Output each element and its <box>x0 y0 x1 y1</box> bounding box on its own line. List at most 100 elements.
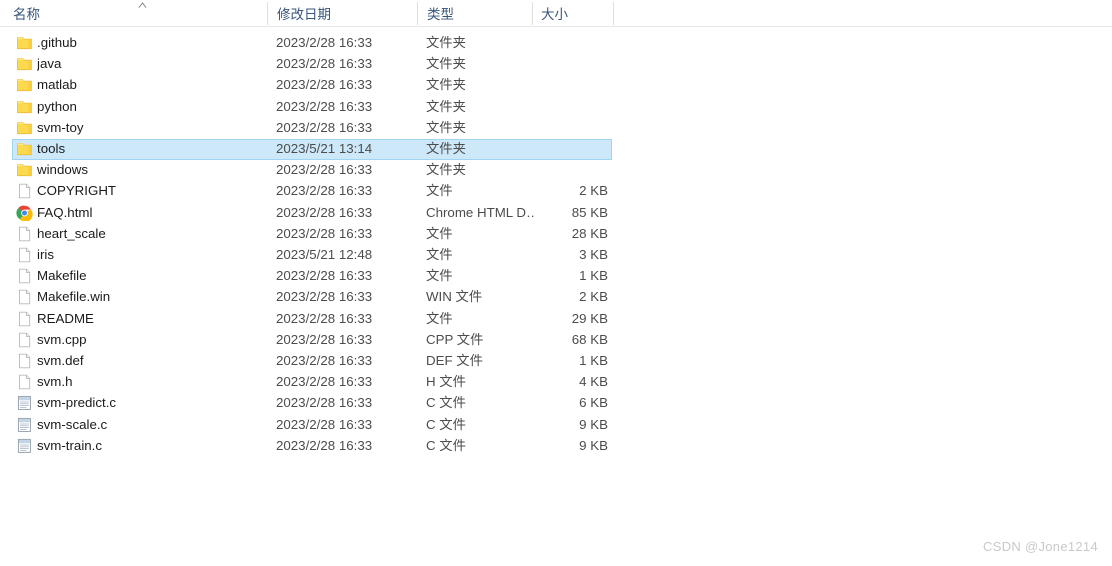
file-modified-date: 2023/2/28 16:33 <box>276 310 373 326</box>
file-name: svm-toy <box>37 119 84 135</box>
file-size: 68 KB <box>571 331 608 347</box>
file-modified-date: 2023/2/28 16:33 <box>276 77 373 93</box>
column-header-type[interactable]: 类型 <box>427 6 454 24</box>
folder-icon <box>16 77 33 93</box>
blank-file-icon <box>16 183 33 199</box>
file-size <box>512 97 608 116</box>
file-row[interactable]: Makefile 2023/2/28 16:33 文件 1 KB <box>12 266 612 287</box>
file-size <box>512 54 608 73</box>
file-row[interactable]: iris 2023/5/21 12:48 文件 3 KB <box>12 245 612 266</box>
file-list[interactable]: .github 2023/2/28 16:33 文件夹 java 2023/2/28 1… <box>0 27 1112 566</box>
file-modified-date: 2023/2/28 16:33 <box>276 416 373 432</box>
file-size: 3 KB <box>579 247 608 262</box>
file-name: svm.cpp <box>37 331 87 347</box>
column-resize-handle[interactable] <box>613 2 614 25</box>
file-size: 1 KB <box>579 268 608 284</box>
file-name: svm-train.c <box>37 437 103 453</box>
file-size <box>512 118 608 137</box>
file-row[interactable]: svm-train.c 2023/2/28 16:33 C 文件 9 KB <box>12 436 612 457</box>
file-name: .github <box>37 35 77 50</box>
file-row-selected[interactable]: tools 2023/5/21 13:14 文件夹 <box>12 139 612 160</box>
chrome-icon <box>16 205 33 221</box>
file-name: windows <box>37 162 88 178</box>
file-modified-date: 2023/2/28 16:33 <box>276 119 373 135</box>
folder-icon <box>16 120 33 136</box>
file-modified-date: 2023/2/28 16:33 <box>276 162 373 178</box>
file-row[interactable]: svm.h 2023/2/28 16:33 H 文件 4 KB <box>12 372 612 393</box>
file-row[interactable]: svm.def 2023/2/28 16:33 DEF 文件 1 KB <box>12 351 612 372</box>
file-name: matlab <box>37 77 77 93</box>
folder-icon <box>16 99 33 115</box>
file-size: 2 KB <box>579 289 608 305</box>
column-resize-handle[interactable] <box>532 2 533 25</box>
column-resize-handle[interactable] <box>417 2 418 25</box>
file-modified-date: 2023/2/28 16:33 <box>276 289 373 305</box>
folder-icon <box>16 141 33 157</box>
file-row[interactable]: svm-predict.c 2023/2/28 16:33 C 文件 6 KB <box>12 393 612 414</box>
file-modified-date: 2023/2/28 16:33 <box>276 204 373 220</box>
file-size <box>512 33 608 52</box>
file-modified-date: 2023/2/28 16:33 <box>276 331 373 347</box>
file-row[interactable]: heart_scale 2023/2/28 16:33 文件 28 KB <box>12 224 612 245</box>
file-modified-date: 2023/2/28 16:33 <box>276 98 373 114</box>
file-row[interactable]: svm-scale.c 2023/2/28 16:33 C 文件 9 KB <box>12 415 612 436</box>
file-row[interactable]: .github 2023/2/28 16:33 文件夹 <box>12 33 612 54</box>
file-size: 9 KB <box>579 437 608 453</box>
file-row[interactable]: svm-toy 2023/2/28 16:33 文件夹 <box>12 118 612 139</box>
file-size: 9 KB <box>579 416 608 432</box>
file-size: 29 KB <box>571 310 608 326</box>
file-modified-date: 2023/2/28 16:33 <box>276 225 373 241</box>
file-modified-date: 2023/2/28 16:33 <box>276 35 373 50</box>
file-row[interactable]: svm.cpp 2023/2/28 16:33 CPP 文件 68 KB <box>12 330 612 351</box>
file-name: Makefile.win <box>37 289 111 305</box>
folder-icon <box>16 35 33 51</box>
file-row[interactable]: COPYRIGHT 2023/2/28 16:33 文件 2 KB <box>12 181 612 202</box>
folder-icon <box>16 162 33 178</box>
file-size <box>512 140 608 159</box>
file-size: 85 KB <box>571 204 608 220</box>
file-row[interactable]: FAQ.html 2023/2/28 16:33 Chrome HTML D… 85 … <box>12 203 612 224</box>
blank-file-icon <box>16 289 33 305</box>
notepad-file-icon <box>16 438 33 454</box>
file-row[interactable]: Makefile.win 2023/2/28 16:33 WIN 文件 2 KB <box>12 287 612 308</box>
file-size: 1 KB <box>579 353 608 368</box>
file-name: python <box>37 98 77 114</box>
file-modified-date: 2023/2/28 16:33 <box>276 56 373 72</box>
file-name: iris <box>37 247 54 262</box>
file-modified-date: 2023/2/28 16:33 <box>276 268 373 284</box>
folder-icon <box>16 56 33 72</box>
column-header-size[interactable]: 大小 <box>541 6 568 24</box>
file-modified-date: 2023/5/21 12:48 <box>276 247 373 262</box>
file-row[interactable]: README 2023/2/28 16:33 文件 29 KB <box>12 309 612 330</box>
file-modified-date: 2023/2/28 16:33 <box>276 437 373 453</box>
blank-file-icon <box>16 311 33 327</box>
file-name: java <box>37 56 62 72</box>
file-size: 4 KB <box>579 374 608 390</box>
csdn-watermark: CSDN @Jone1214 <box>983 539 1098 554</box>
file-size <box>512 75 608 94</box>
blank-file-icon <box>16 353 33 369</box>
column-resize-handle[interactable] <box>267 2 268 25</box>
file-explorer-details-view: 名称 修改日期 类型 大小 .github 2023/2/28 16:33 文件夹 java… <box>0 0 1112 566</box>
file-modified-date: 2023/5/21 13:14 <box>276 141 373 156</box>
file-name: heart_scale <box>37 225 106 241</box>
file-size <box>512 160 608 179</box>
file-modified-date: 2023/2/28 16:33 <box>276 374 373 390</box>
file-row[interactable]: java 2023/2/28 16:33 文件夹 <box>12 54 612 75</box>
column-header-name[interactable]: 名称 <box>13 6 40 24</box>
file-name: svm-predict.c <box>37 395 117 411</box>
file-row[interactable]: matlab 2023/2/28 16:33 文件夹 <box>12 75 612 96</box>
file-name: COPYRIGHT <box>37 183 117 199</box>
file-modified-date: 2023/2/28 16:33 <box>276 183 373 199</box>
file-name: README <box>37 310 94 326</box>
column-header-bar: 名称 修改日期 类型 大小 <box>0 0 1112 27</box>
file-name: svm-scale.c <box>37 416 108 432</box>
file-size: 6 KB <box>579 395 608 411</box>
file-row[interactable]: python 2023/2/28 16:33 文件夹 <box>12 97 612 118</box>
file-row[interactable]: windows 2023/2/28 16:33 文件夹 <box>12 160 612 181</box>
file-modified-date: 2023/2/28 16:33 <box>276 353 373 368</box>
file-name: tools <box>37 141 66 156</box>
column-header-date[interactable]: 修改日期 <box>277 6 331 24</box>
file-name: Makefile <box>37 268 87 284</box>
sort-ascending-caret-icon <box>136 1 149 9</box>
